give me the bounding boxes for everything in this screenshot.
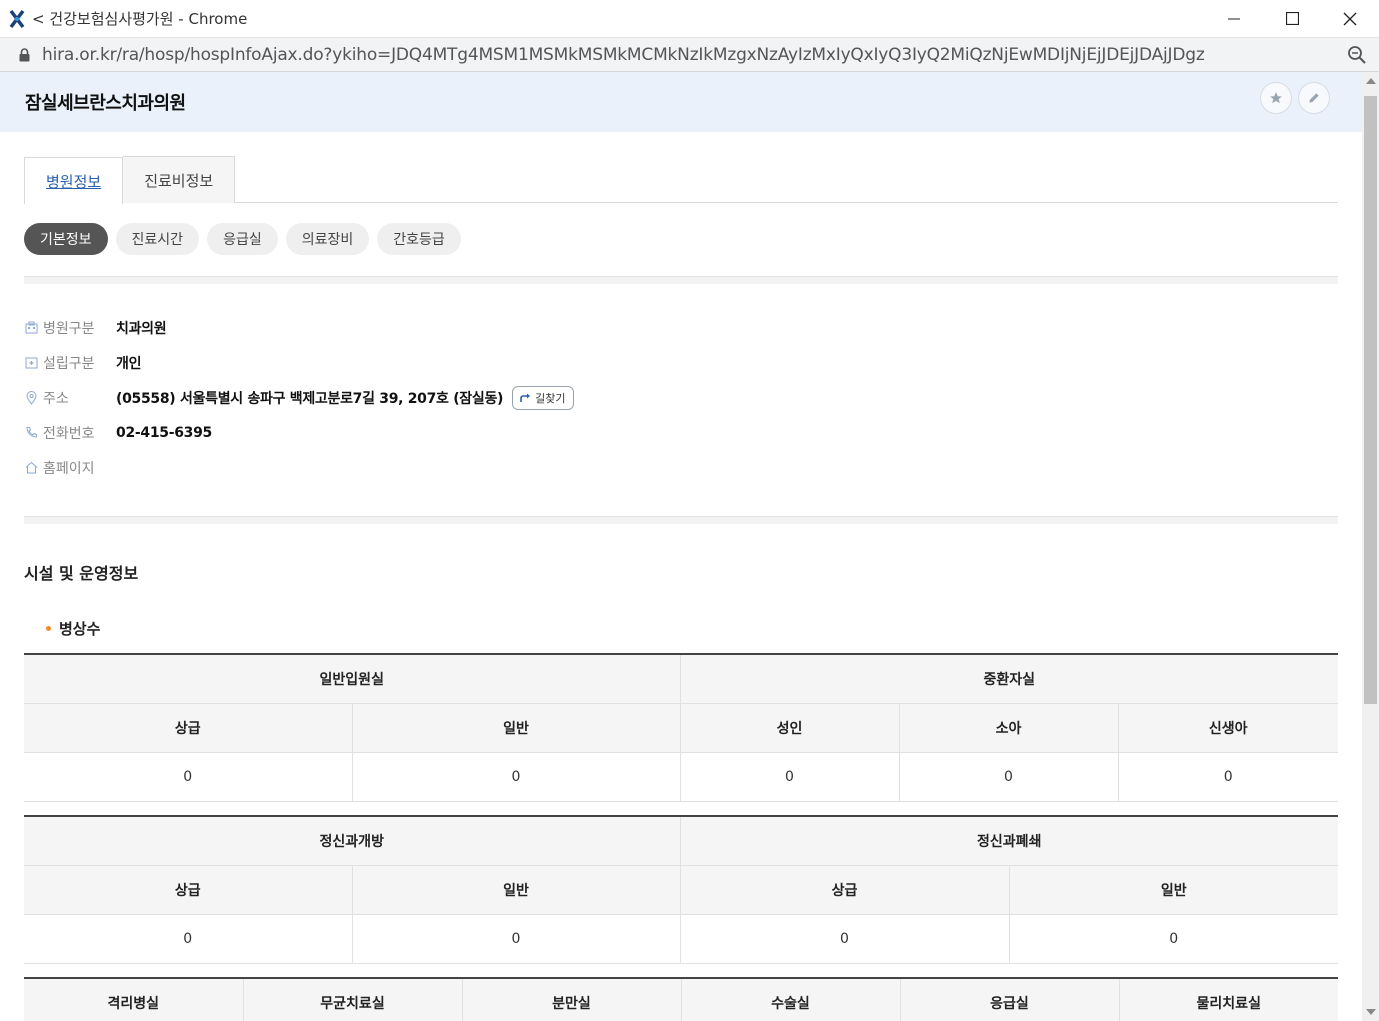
- table-cell: 0: [351, 752, 680, 802]
- group-header-psych-closed: 정신과폐쇄: [679, 816, 1338, 866]
- column-header: 일반: [351, 703, 680, 753]
- table-cell: 0: [679, 914, 1009, 964]
- column-header: 성인: [679, 703, 899, 753]
- window-title: < 건강보험심사평가원 - Chrome: [32, 10, 248, 28]
- section-divider: [24, 276, 1338, 284]
- url-text[interactable]: hira.or.kr/ra/hosp/hospInfoAjax.do?ykiho…: [42, 45, 1205, 65]
- group-header-general: 일반입원실: [24, 654, 680, 704]
- turn-arrow-icon: [520, 393, 531, 402]
- sub-tabs: 기본정보 진료시간 응급실 의료장비 간호등급: [24, 223, 461, 255]
- info-value-founder: 개인: [116, 355, 142, 372]
- edit-button[interactable]: [1298, 82, 1330, 114]
- column-header: 상급: [24, 703, 352, 753]
- info-label-homepage: 홈페이지: [43, 460, 95, 477]
- close-button[interactable]: [1321, 0, 1379, 37]
- map-pin-icon: [24, 390, 38, 405]
- column-header: 일반: [1008, 865, 1338, 915]
- info-label-phone: 전화번호: [43, 425, 95, 442]
- minimize-button[interactable]: [1205, 0, 1263, 37]
- hira-app-icon: [6, 8, 28, 30]
- column-header: 응급실: [899, 978, 1119, 1021]
- column-header: 상급: [679, 865, 1009, 915]
- column-header: 일반: [351, 865, 680, 915]
- chip-emergency[interactable]: 응급실: [207, 223, 278, 255]
- column-header: 분만실: [461, 978, 681, 1021]
- group-header-icu: 중환자실: [679, 654, 1338, 704]
- hospital-name: 잠실세브란스치과의원: [25, 93, 186, 114]
- minimize-icon: [1228, 18, 1240, 19]
- column-header: 신생아: [1117, 703, 1338, 753]
- info-value-phone: 02-415-6395: [116, 424, 212, 441]
- address-bar[interactable]: hira.or.kr/ra/hosp/hospInfoAjax.do?ykiho…: [0, 37, 1379, 72]
- table-cell: 0: [351, 914, 680, 964]
- info-value-type: 치과의원: [116, 320, 167, 337]
- beds-table-psych: 정신과개방 정신과폐쇄 상급 일반 상급 일반 0 0 0 0: [24, 815, 1338, 964]
- bullet-icon: [46, 626, 51, 631]
- beds-subtitle: 병상수: [46, 618, 100, 639]
- main-tabs: 병원정보 진료비정보: [24, 156, 1338, 204]
- star-icon: [1270, 92, 1282, 104]
- maximize-icon: [1285, 12, 1299, 25]
- facility-section-title: 시설 및 운영정보: [24, 564, 139, 583]
- chip-equipment[interactable]: 의료장비: [285, 223, 370, 255]
- table-cell: 0: [1008, 914, 1338, 964]
- chip-basic-info[interactable]: 기본정보: [24, 223, 108, 255]
- hospital-header: 잠실세브란스치과의원: [0, 72, 1362, 132]
- info-label-type: 병원구분: [43, 320, 95, 337]
- chip-hours[interactable]: 진료시간: [115, 223, 200, 255]
- section-divider-2: [24, 516, 1338, 524]
- beds-table-general: 일반입원실 중환자실 상급 일반 성인 소아 신생아 0 0 0 0 0: [24, 653, 1338, 802]
- scroll-thumb[interactable]: [1364, 96, 1377, 704]
- info-label-founder: 설립구분: [43, 355, 95, 372]
- table-row: 0 0 0 0 0: [24, 752, 1338, 802]
- chip-nursing-grade[interactable]: 간호등급: [377, 223, 461, 255]
- favorite-button[interactable]: [1260, 82, 1292, 114]
- close-icon: [1343, 12, 1357, 25]
- page-content: 잠실세브란스치과의원 병원정보 진료비정보 기본정보 진료시간 응급실 의료장비…: [0, 72, 1362, 1021]
- home-icon: [24, 461, 38, 475]
- info-value-address: (05558) 서울특별시 송파구 백제고분로7길 39, 207호 (잠실동): [116, 390, 504, 407]
- info-label-address: 주소: [43, 390, 69, 407]
- column-header: 격리병실: [24, 978, 243, 1021]
- column-header: 무균치료실: [242, 978, 462, 1021]
- tab-hospital-info[interactable]: 병원정보: [24, 157, 124, 204]
- group-header-psych-open: 정신과개방: [24, 816, 680, 866]
- vertical-scrollbar[interactable]: [1362, 72, 1379, 1021]
- column-header: 물리치료실: [1118, 978, 1338, 1021]
- rooms-table: 격리병실 무균치료실 분만실 수술실 응급실 물리치료실: [24, 977, 1338, 1021]
- basic-info-list: 병원구분 치과의원 설립구분 개인 주소 (05558) 서울특별시 송파구 백…: [24, 310, 1024, 485]
- lock-icon[interactable]: [16, 46, 32, 64]
- table-cell: 0: [24, 914, 352, 964]
- directions-button[interactable]: 길찾기: [512, 385, 574, 410]
- info-row-homepage: 홈페이지: [24, 450, 1024, 485]
- table-cell: 0: [24, 752, 352, 802]
- clinic-icon: [24, 356, 38, 370]
- scroll-down-arrow-icon[interactable]: [1366, 1009, 1376, 1015]
- window-titlebar: < 건강보험심사평가원 - Chrome: [0, 0, 1379, 37]
- info-row-founder: 설립구분 개인: [24, 345, 1024, 380]
- zoom-icon[interactable]: [1347, 45, 1367, 65]
- column-header: 상급: [24, 865, 352, 915]
- table-cell: 0: [898, 752, 1118, 802]
- beds-subtitle-label: 병상수: [59, 620, 101, 638]
- pencil-icon: [1309, 93, 1319, 103]
- maximize-button[interactable]: [1263, 0, 1321, 37]
- building-icon: [24, 321, 38, 335]
- directions-label: 길찾기: [535, 391, 566, 405]
- phone-icon: [24, 426, 38, 440]
- table-cell: 0: [1117, 752, 1338, 802]
- info-row-address: 주소 (05558) 서울특별시 송파구 백제고분로7길 39, 207호 (잠…: [24, 380, 1024, 415]
- scroll-up-arrow-icon[interactable]: [1366, 78, 1376, 84]
- column-header: 소아: [898, 703, 1118, 753]
- table-cell: 0: [679, 752, 899, 802]
- info-row-phone: 전화번호 02-415-6395: [24, 415, 1024, 450]
- column-header: 수술실: [680, 978, 900, 1021]
- tab-fee-info[interactable]: 진료비정보: [123, 156, 236, 203]
- info-row-type: 병원구분 치과의원: [24, 310, 1024, 345]
- table-row: 0 0 0 0: [24, 914, 1338, 964]
